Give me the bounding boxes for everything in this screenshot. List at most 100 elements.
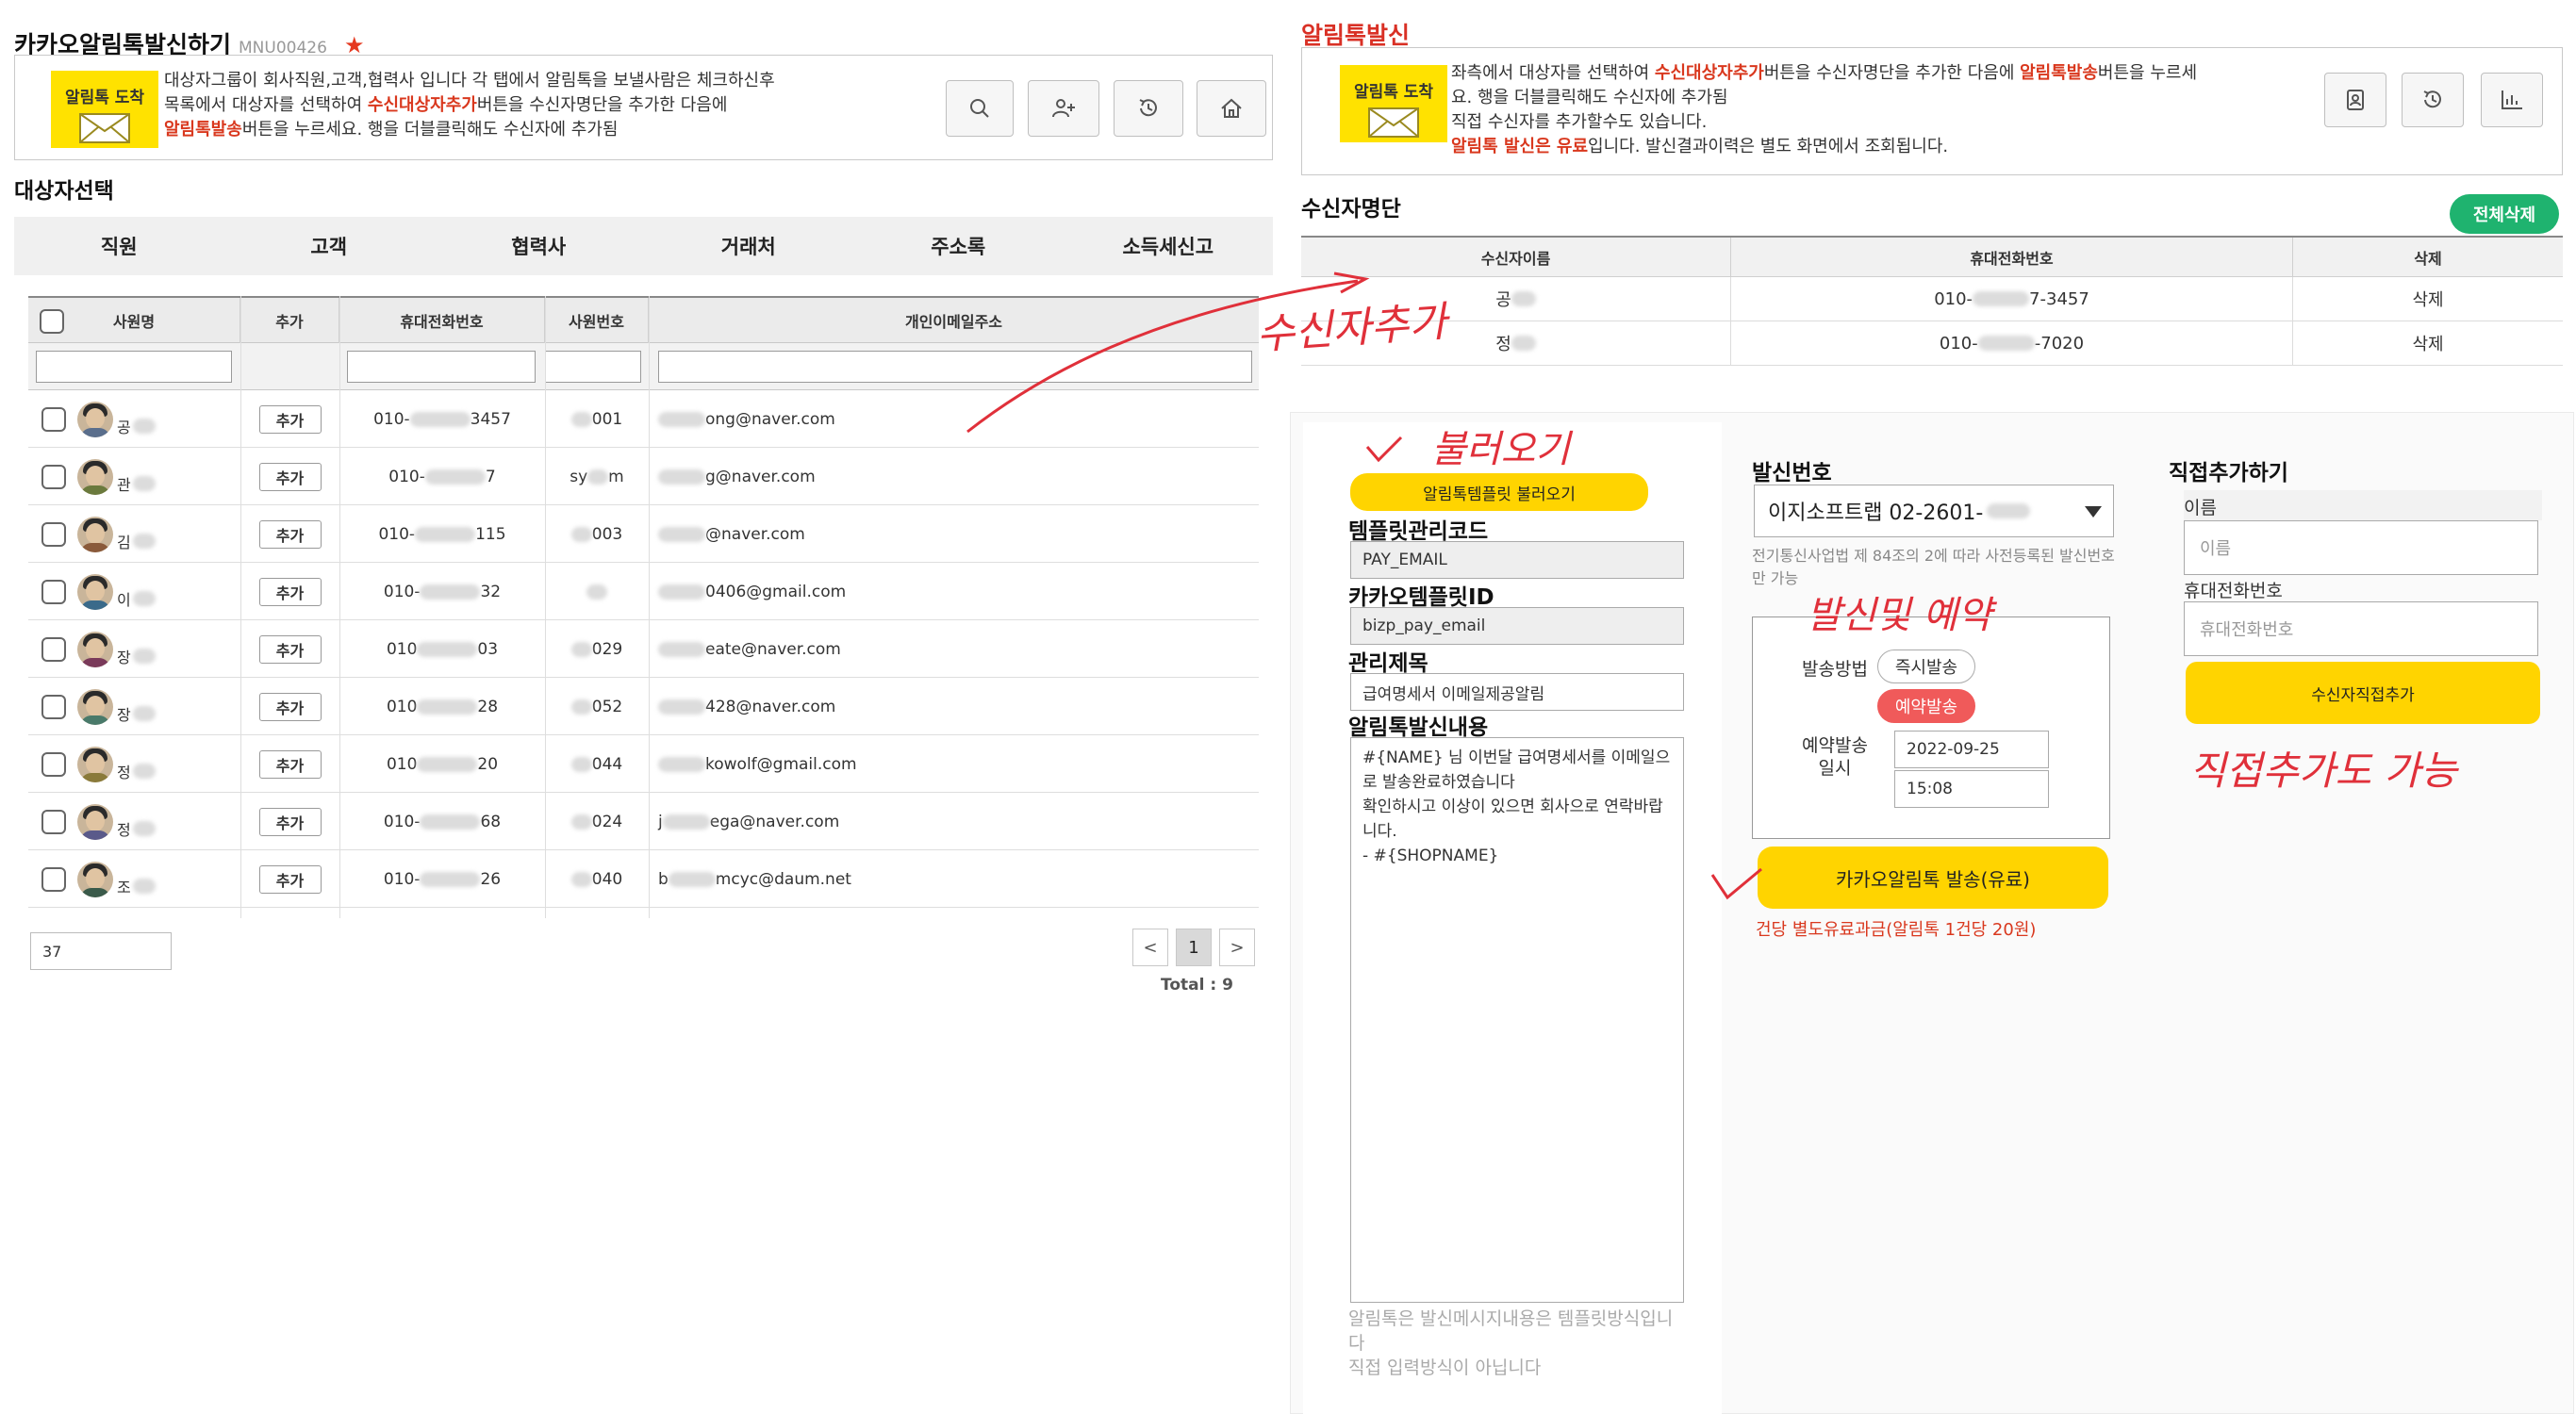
- table-row[interactable]: 조 추가 010- 26 040 b mcyc@daum.net: [28, 850, 1259, 908]
- row-checkbox[interactable]: [41, 579, 66, 604]
- pager-page-1[interactable]: 1: [1176, 929, 1212, 966]
- recipient-row[interactable]: 공 010- 7-3457 삭제: [1301, 277, 2563, 321]
- row-name-cell: 김: [41, 505, 240, 563]
- row-checkbox[interactable]: [41, 751, 66, 777]
- contact-card-button[interactable]: [2324, 73, 2386, 127]
- right-info-line4: 알림톡 발신은 유료입니다. 발신결과이력은 별도 화면에서 조회됩니다.: [1451, 135, 2281, 159]
- add-recipient-button[interactable]: 추가: [258, 519, 322, 549]
- recipient-phone-prefix: 010-: [1939, 333, 1978, 354]
- add-recipient-button[interactable]: 추가: [258, 577, 322, 606]
- row-name: 정: [117, 820, 131, 839]
- table-row[interactable]: 관 추가 010- 7 sy m g@naver.com: [28, 448, 1259, 505]
- masked-value: [409, 411, 471, 427]
- masked-value: [132, 705, 156, 721]
- add-recipient-button[interactable]: 추가: [258, 749, 322, 779]
- history-button[interactable]: [2402, 73, 2464, 127]
- row-emp-no-cell: 052: [545, 678, 649, 735]
- add-recipient-button[interactable]: 추가: [258, 462, 322, 491]
- row-phone-cell: 010- 115: [339, 505, 545, 563]
- recipient-delete-button[interactable]: 삭제: [2293, 277, 2563, 321]
- reserve-date-input[interactable]: 2022-09-25: [1894, 731, 2049, 768]
- masked-value: [420, 814, 481, 830]
- row-phone-suffix: 68: [480, 812, 502, 831]
- tab-vendor[interactable]: 거래처: [644, 217, 854, 275]
- delete-all-button[interactable]: 전체삭제: [2450, 194, 2559, 234]
- pager-prev-button[interactable]: <: [1132, 929, 1168, 966]
- row-checkbox[interactable]: [41, 521, 66, 547]
- tab-partner[interactable]: 협력사: [434, 217, 644, 275]
- send-alimtalk-button[interactable]: 카카오알림톡 발송(유료): [1758, 847, 2108, 909]
- template-content-label: 알림톡발신내용: [1348, 715, 1489, 740]
- table-row[interactable]: 정 추가 010- 68 024 j ega@naver.com: [28, 793, 1259, 850]
- left-info-line2-highlight: 수신대상자추가: [367, 95, 477, 115]
- direct-add-button[interactable]: 수신자직접추가: [2186, 662, 2540, 724]
- add-recipient-button[interactable]: 추가: [258, 634, 322, 664]
- page-size-input[interactable]: 37: [30, 932, 172, 970]
- recipient-delete-button[interactable]: 삭제: [2293, 321, 2563, 365]
- home-button[interactable]: [1197, 80, 1266, 137]
- chevron-down-icon: [2085, 506, 2102, 518]
- row-add-cell: 추가: [240, 850, 339, 908]
- filter-emp-no-input[interactable]: [545, 351, 641, 383]
- tab-employee[interactable]: 직원: [14, 217, 224, 275]
- row-emp-no-suffix: 044: [591, 754, 623, 774]
- row-email-cell: g@naver.com: [658, 448, 1252, 505]
- sender-number-select[interactable]: 이지소프트랩 02-2601-: [1754, 485, 2114, 537]
- table-row[interactable]: 장 추가 010 03 029 eate@naver.com: [28, 620, 1259, 678]
- add-recipient-button[interactable]: 추가: [258, 692, 322, 721]
- row-checkbox[interactable]: [41, 406, 66, 432]
- direct-add-phone-input[interactable]: 휴대전화번호: [2184, 601, 2538, 656]
- masked-value: [132, 820, 156, 836]
- row-checkbox[interactable]: [41, 464, 66, 489]
- reserved-send-option[interactable]: 예약발송: [1877, 689, 1975, 723]
- row-checkbox[interactable]: [41, 866, 66, 892]
- template-content-textarea[interactable]: #{NAME} 님 이번달 급여명세서를 이메일으로 발송완료하였습니다 확인하…: [1350, 737, 1684, 1303]
- add-recipient-button[interactable]: 추가: [258, 864, 322, 894]
- table-row[interactable]: 김 추가 010- 115 003 @naver.com: [28, 505, 1259, 563]
- row-checkbox[interactable]: [41, 636, 66, 662]
- tab-customer[interactable]: 고객: [224, 217, 435, 275]
- add-recipient-button[interactable]: 추가: [258, 404, 322, 434]
- row-checkbox[interactable]: [41, 694, 66, 719]
- left-info-line1: 대상자그룹이 회사직원,고객,협력사 입니다 각 탭에서 알림톡을 보낼사람은 …: [164, 71, 775, 90]
- row-name: 정: [117, 763, 131, 781]
- masked-value: [415, 526, 476, 542]
- recipient-phone-suffix: 7-3457: [2029, 288, 2089, 309]
- chart-icon: [2502, 90, 2522, 109]
- history-icon: [2423, 90, 2441, 108]
- fee-note: 건당 별도유료과금(알림톡 1건당 20원): [1756, 920, 2037, 940]
- search-button[interactable]: [946, 80, 1014, 137]
- filter-phone-input[interactable]: [347, 351, 536, 383]
- grid-total: Total : 9: [1161, 976, 1233, 995]
- row-phone-prefix: 010-: [383, 582, 421, 601]
- row-emp-no-cell: sy m: [545, 448, 649, 505]
- row-emp-no-cell: 024: [545, 793, 649, 850]
- history-button[interactable]: [1114, 80, 1183, 137]
- load-template-button[interactable]: 알림톡템플릿 불러오기: [1350, 473, 1648, 511]
- template-id-field: bizp_pay_email: [1350, 607, 1684, 645]
- target-select-title: 대상자선택: [14, 179, 114, 204]
- reserve-time-input[interactable]: 15:08: [1894, 770, 2049, 808]
- table-row[interactable]: 정 추가 010 20 044 kowolf@gmail.com: [28, 735, 1259, 793]
- table-row[interactable]: 장 추가 010 28 052 428@naver.com: [28, 678, 1259, 735]
- add-recipient-button[interactable]: 추가: [258, 807, 322, 836]
- grid-header-name-label: 사원명: [112, 313, 156, 331]
- left-info-line2-b: 버튼을 수신자명단을 추가한 다음에: [476, 95, 728, 115]
- row-phone-prefix: 010-: [383, 812, 421, 831]
- template-subject-field[interactable]: 급여명세서 이메일제공알림: [1350, 673, 1684, 711]
- direct-add-name-input[interactable]: 이름: [2184, 520, 2538, 575]
- add-user-button[interactable]: [1028, 80, 1099, 137]
- table-row[interactable]: 이 추가 010- 32 0406@gmail.com: [28, 563, 1259, 620]
- instant-send-option[interactable]: 즉시발송: [1877, 649, 1975, 683]
- chart-button[interactable]: [2481, 73, 2543, 127]
- recipient-row[interactable]: 정 010- -7020 삭제: [1301, 321, 2563, 366]
- row-name: 관: [117, 475, 131, 494]
- filter-name-input[interactable]: [36, 351, 232, 383]
- row-email-cell: 428@naver.com: [658, 678, 1252, 735]
- select-all-checkbox[interactable]: [40, 309, 64, 334]
- pager-next-button[interactable]: >: [1219, 929, 1255, 966]
- row-email-suffix: g@naver.com: [705, 467, 816, 486]
- envelope-icon: [79, 113, 130, 143]
- grid-header-emp-no: 사원번호: [545, 298, 649, 343]
- row-checkbox[interactable]: [41, 809, 66, 834]
